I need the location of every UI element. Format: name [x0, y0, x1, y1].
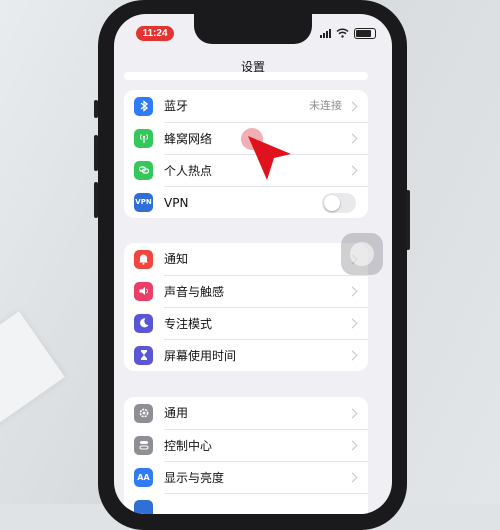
mute-switch: [94, 100, 98, 118]
row-notifications[interactable]: 通知: [124, 243, 368, 275]
settings-group-general: 通用 控制中心 AA 显示与亮度: [124, 397, 368, 514]
home-screen-icon: [134, 499, 153, 514]
assistive-touch-button[interactable]: [341, 233, 383, 275]
row-label: 屏幕使用时间: [164, 348, 237, 363]
chevron-right-icon: [347, 133, 358, 144]
row-label: 声音与触感: [164, 284, 225, 299]
chevron-right-icon: [347, 165, 358, 176]
switches-icon: [134, 435, 153, 455]
row-sounds[interactable]: 声音与触感: [124, 275, 368, 307]
row-label: VPN: [164, 195, 189, 210]
settings-group-top-partial: [124, 72, 368, 80]
row-label: 通用: [164, 406, 189, 420]
cellular-signal-icon: [320, 28, 331, 38]
pointer-arrow-icon: [248, 136, 291, 180]
aa-icon: AA: [134, 467, 153, 487]
row-control-center[interactable]: 控制中心: [124, 429, 368, 461]
antenna-icon: [134, 128, 153, 148]
row-bluetooth[interactable]: 蓝牙 未连接: [124, 90, 368, 122]
row-label: 显示与亮度: [164, 470, 225, 485]
row-general[interactable]: 通用: [124, 397, 368, 429]
gear-icon: [134, 403, 153, 423]
notch: [194, 14, 312, 44]
row-label: 控制中心: [164, 438, 213, 453]
battery-icon: [354, 27, 376, 39]
chevron-right-icon: [347, 472, 358, 483]
row-label: 蓝牙: [164, 99, 189, 113]
link-icon: [134, 160, 153, 180]
row-label: 通知: [164, 252, 189, 266]
row-focus[interactable]: 专注模式: [124, 307, 368, 339]
chevron-right-icon: [347, 286, 358, 297]
vpn-icon: VPN: [134, 192, 153, 212]
chevron-right-icon: [347, 318, 358, 329]
volume-up-button: [94, 135, 98, 171]
side-button: [406, 190, 410, 250]
vpn-toggle[interactable]: [322, 192, 356, 213]
bell-icon: [134, 249, 153, 269]
chevron-right-icon: [347, 350, 358, 361]
wifi-icon: [336, 28, 349, 38]
settings-group-notifications: 通知 声音与触感 专注模式 屏幕使用时间: [124, 243, 368, 371]
row-vpn[interactable]: VPN VPN: [124, 186, 368, 218]
hourglass-icon: [134, 345, 153, 365]
row-display[interactable]: AA 显示与亮度: [124, 461, 368, 493]
moon-icon: [134, 313, 153, 333]
speaker-icon: [134, 281, 153, 301]
status-time: 11:24: [136, 26, 174, 41]
chevron-right-icon: [347, 101, 358, 111]
volume-down-button: [94, 182, 98, 218]
status-icons: [320, 27, 376, 39]
row-detail: 未连接: [309, 99, 342, 112]
row-screen-time[interactable]: 屏幕使用时间: [124, 339, 368, 371]
chevron-right-icon: [347, 408, 358, 418]
row-label: 专注模式: [164, 316, 213, 331]
bluetooth-icon: [134, 96, 153, 116]
chevron-right-icon: [347, 440, 358, 451]
